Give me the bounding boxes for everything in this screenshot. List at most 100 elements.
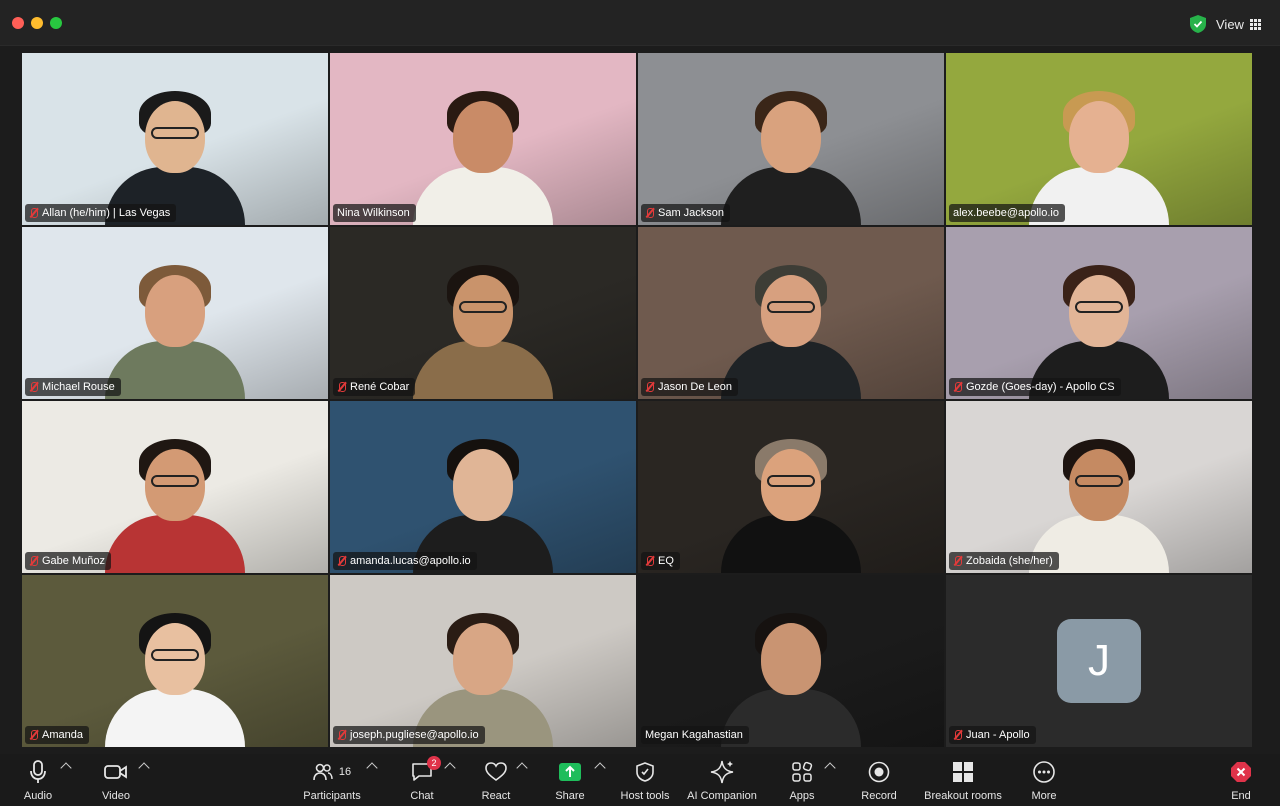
apps-button[interactable]: Apps (782, 754, 822, 806)
participant-video-feed (413, 249, 553, 399)
chat-options-chevron-icon[interactable] (444, 762, 456, 774)
video-label: Video (102, 790, 130, 802)
participant-tile[interactable]: Michael Rouse (22, 227, 328, 399)
participant-name-tag: Megan Kagahastian (641, 726, 749, 744)
participant-name: amanda.lucas@apollo.io (350, 555, 471, 567)
security-shield-icon[interactable] (1190, 15, 1206, 33)
participant-video-feed (721, 597, 861, 747)
host-tools-button[interactable]: Host tools (616, 754, 674, 806)
participant-tile[interactable]: Gabe Muñoz (22, 401, 328, 573)
participant-tile[interactable]: EQ (638, 401, 944, 573)
share-button[interactable]: Share (550, 754, 590, 806)
participant-tile[interactable]: J Juan - Apollo (946, 575, 1252, 747)
participant-name-tag: Sam Jackson (641, 204, 731, 222)
muted-microphone-icon (645, 555, 654, 567)
participants-button[interactable]: 16 Participants (300, 754, 364, 806)
muted-microphone-icon (337, 555, 346, 567)
participant-video-feed (1029, 249, 1169, 399)
participant-tile[interactable]: Amanda (22, 575, 328, 747)
minimize-window-button[interactable] (31, 17, 43, 29)
participant-tile[interactable]: alex.beebe@apollo.io (946, 53, 1252, 225)
microphone-icon (30, 760, 46, 783)
breakout-rooms-button[interactable]: Breakout rooms (920, 754, 1006, 806)
participant-tile[interactable]: Zobaida (she/her) (946, 401, 1252, 573)
participant-name: Juan - Apollo (966, 729, 1030, 741)
ai-companion-label: AI Companion (687, 790, 757, 802)
video-camera-icon (104, 765, 127, 779)
shield-icon (636, 762, 654, 782)
participant-name-tag: Jason De Leon (641, 378, 738, 396)
participant-name: Allan (he/him) | Las Vegas (42, 207, 171, 219)
participants-icon (313, 763, 333, 781)
participant-name: René Cobar (350, 381, 410, 393)
participant-avatar: J (1057, 619, 1141, 703)
end-call-icon (1231, 762, 1251, 782)
muted-microphone-icon (29, 555, 38, 567)
more-label: More (1031, 790, 1057, 802)
participant-video-feed (105, 249, 245, 399)
ai-companion-button[interactable]: AI Companion (684, 754, 760, 806)
participant-video-feed (721, 249, 861, 399)
participant-tile[interactable]: Jason De Leon (638, 227, 944, 399)
participant-tile[interactable]: René Cobar (330, 227, 636, 399)
audio-label: Audio (23, 790, 53, 802)
audio-button[interactable]: Audio (18, 754, 58, 806)
participant-video-feed (105, 597, 245, 747)
participant-video-feed (413, 423, 553, 573)
participants-label: Participants (303, 790, 361, 802)
participant-name-tag: Nina Wilkinson (333, 204, 416, 222)
react-button[interactable]: React (476, 754, 516, 806)
view-button[interactable]: View (1216, 13, 1272, 35)
participant-video-feed (105, 75, 245, 225)
host-tools-label: Host tools (620, 790, 670, 802)
chat-button[interactable]: 2 Chat (402, 754, 442, 806)
more-button[interactable]: More (1024, 754, 1064, 806)
end-meeting-button[interactable]: End (1222, 754, 1260, 806)
meeting-toolbar: Audio Video 16 Participants 2 Chat React… (0, 754, 1280, 806)
muted-microphone-icon (645, 381, 654, 393)
participant-tile[interactable]: Allan (he/him) | Las Vegas (22, 53, 328, 225)
close-window-button[interactable] (12, 17, 24, 29)
participant-name-tag: Amanda (25, 726, 89, 744)
participant-name-tag: joseph.pugliese@apollo.io (333, 726, 485, 744)
participant-name: Sam Jackson (658, 207, 725, 219)
participant-name-tag: Gozde (Goes-day) - Apollo CS (949, 378, 1121, 396)
breakout-rooms-icon (953, 762, 973, 782)
audio-options-chevron-icon[interactable] (60, 762, 72, 774)
react-options-chevron-icon[interactable] (516, 762, 528, 774)
participant-name-tag: amanda.lucas@apollo.io (333, 552, 477, 570)
muted-microphone-icon (337, 729, 346, 741)
heart-icon (485, 762, 507, 781)
participant-tile[interactable]: Megan Kagahastian (638, 575, 944, 747)
participant-video-feed (413, 597, 553, 747)
video-button[interactable]: Video (96, 754, 136, 806)
muted-microphone-icon (953, 729, 962, 741)
participant-name-tag: Gabe Muñoz (25, 552, 111, 570)
participant-tile[interactable]: joseph.pugliese@apollo.io (330, 575, 636, 747)
video-options-chevron-icon[interactable] (138, 762, 150, 774)
apps-options-chevron-icon[interactable] (824, 762, 836, 774)
grid-view-icon (1249, 18, 1261, 30)
participant-video-feed (1029, 75, 1169, 225)
participant-tile[interactable]: Gozde (Goes-day) - Apollo CS (946, 227, 1252, 399)
participants-count: 16 (338, 766, 352, 778)
share-label: Share (555, 790, 585, 802)
muted-microphone-icon (29, 381, 38, 393)
record-button[interactable]: Record (858, 754, 900, 806)
participants-options-chevron-icon[interactable] (366, 762, 378, 774)
participant-name: Amanda (42, 729, 83, 741)
chat-unread-badge: 2 (427, 756, 441, 770)
muted-microphone-icon (29, 729, 38, 741)
participant-tile[interactable]: Nina Wilkinson (330, 53, 636, 225)
end-label: End (1231, 790, 1251, 802)
participant-tile[interactable]: amanda.lucas@apollo.io (330, 401, 636, 573)
participant-name: Zobaida (she/her) (966, 555, 1053, 567)
participant-tile[interactable]: Sam Jackson (638, 53, 944, 225)
share-options-chevron-icon[interactable] (594, 762, 606, 774)
participant-name: alex.beebe@apollo.io (953, 207, 1059, 219)
participant-name: Gozde (Goes-day) - Apollo CS (966, 381, 1115, 393)
participant-name-tag: EQ (641, 552, 680, 570)
participant-video-feed (1029, 423, 1169, 573)
fullscreen-window-button[interactable] (50, 17, 62, 29)
muted-microphone-icon (645, 207, 654, 219)
